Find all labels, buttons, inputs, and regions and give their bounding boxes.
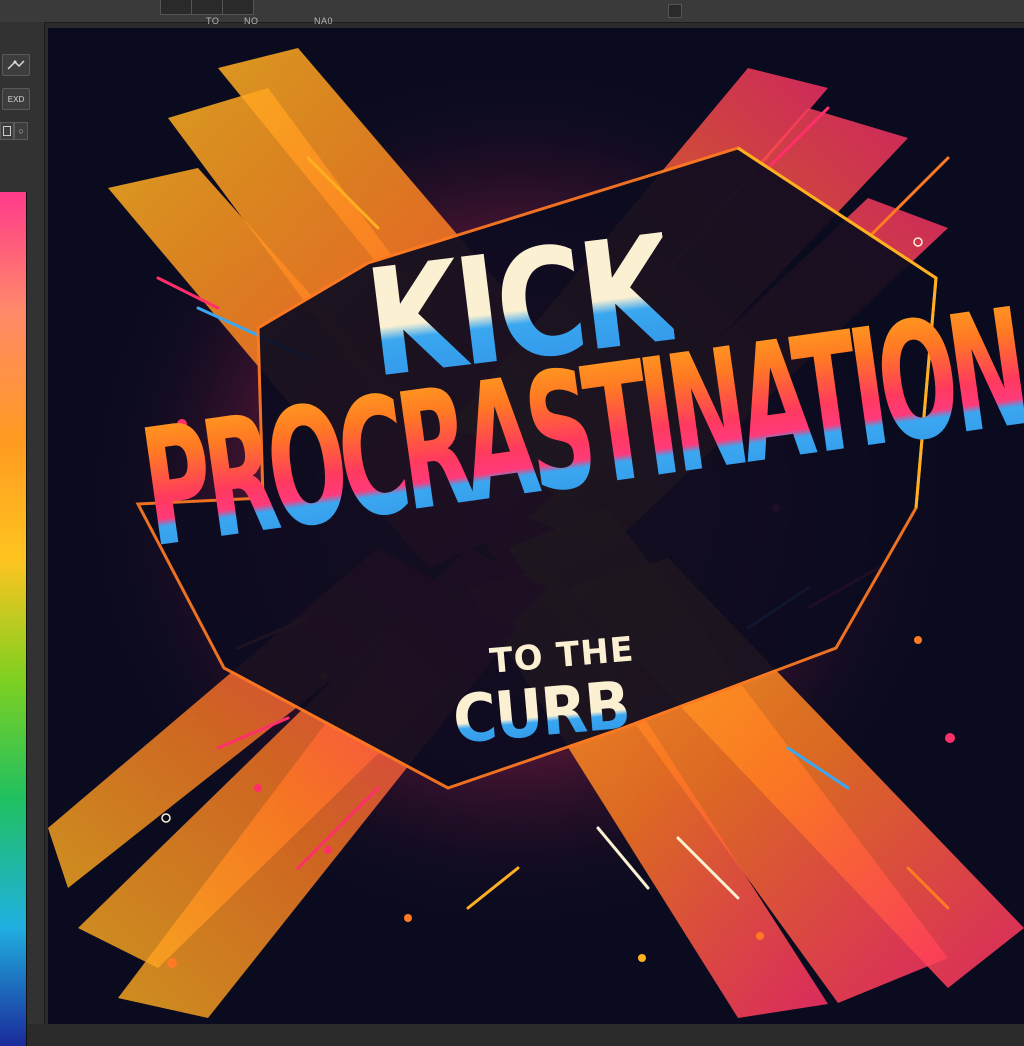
toolbar-button-group[interactable] [160, 0, 254, 15]
design-canvas[interactable]: KICK PROCRASTINATION TO THE CURB [48, 28, 1024, 1024]
rectangle-icon [3, 126, 11, 136]
color-gradient-strip[interactable] [0, 192, 27, 1046]
circle-icon: ○ [18, 126, 24, 136]
expand-button[interactable]: EXD [2, 88, 30, 110]
tool-panel: EXD ○ [0, 22, 45, 1046]
rectangle-tool-button[interactable] [0, 122, 14, 140]
circle-tool-button[interactable]: ○ [14, 122, 28, 140]
toolbar-label-a: TO [206, 16, 220, 26]
subline-curb: CURB [450, 666, 632, 759]
pen-path-icon [7, 60, 25, 70]
artwork-text: KICK PROCRASTINATION TO THE CURB [48, 28, 1024, 1024]
top-toolbar: TO NO NA0 [0, 0, 1024, 26]
pen-tool-button[interactable] [2, 54, 30, 76]
toolbar-dropdown[interactable] [668, 4, 682, 18]
toolbar-label-c: NA0 [314, 16, 334, 26]
toolbar-label-b: NO [244, 16, 259, 26]
expand-label: EXD [7, 94, 25, 104]
